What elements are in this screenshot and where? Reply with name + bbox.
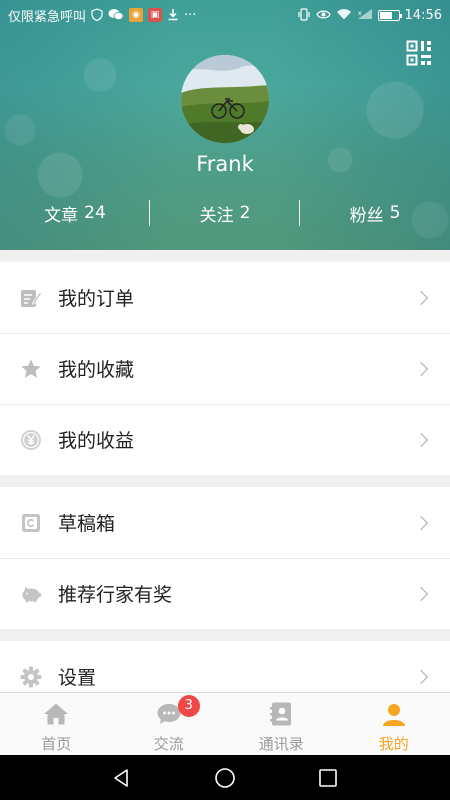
- tab-label: 交流: [153, 735, 184, 753]
- draft-icon: [20, 512, 42, 534]
- contacts-icon: [268, 701, 294, 727]
- edit-icon: [20, 287, 42, 309]
- menu-item-label: 草稿箱: [58, 513, 116, 535]
- weibo-icon: ◉: [129, 8, 144, 22]
- stat-value: 24: [84, 203, 106, 223]
- stat-articles[interactable]: 文章 24: [0, 198, 150, 228]
- menu-item-my-earnings[interactable]: 我的收益: [0, 404, 450, 475]
- back-icon[interactable]: [107, 763, 137, 793]
- tab-chat[interactable]: 3 交流: [113, 693, 226, 755]
- menu-item-label: 推荐行家有奖: [58, 584, 173, 606]
- carrier-text: 仅限紧急呼叫: [8, 9, 87, 25]
- tab-home[interactable]: 首页: [0, 693, 113, 755]
- profile-header: 仅限紧急呼叫 ◉ ▣ ··· x 14:56 Frank 文章 24 关注 2 …: [0, 0, 450, 250]
- menu-item-drafts[interactable]: 草稿箱: [0, 487, 450, 558]
- tab-label: 首页: [41, 735, 72, 753]
- tab-label: 我的: [378, 735, 409, 753]
- shield-icon: [91, 7, 103, 23]
- menu-divider: [0, 475, 450, 487]
- menu-item-label: 设置: [58, 667, 97, 689]
- vibrate-icon: [297, 7, 311, 23]
- gear-icon: [20, 666, 42, 688]
- signal-icon: x: [357, 8, 373, 22]
- tab-contacts[interactable]: 通讯录: [225, 693, 338, 755]
- home-icon: [43, 701, 69, 727]
- download-icon: [167, 8, 179, 23]
- unread-badge: 3: [177, 695, 200, 717]
- status-bar: 仅限紧急呼叫 ◉ ▣ ··· x 14:56: [0, 0, 450, 30]
- menu-item-label: 我的订单: [58, 288, 135, 310]
- chevron-right-icon: [413, 515, 429, 530]
- menu-group-drafts: 草稿箱 推荐行家有奖: [0, 487, 450, 629]
- chevron-right-icon: [413, 290, 429, 305]
- stat-label: 关注: [199, 205, 234, 226]
- stat-followers[interactable]: 粉丝 5: [300, 198, 450, 228]
- stat-label: 粉丝: [349, 205, 384, 226]
- clock: 14:56: [404, 7, 442, 23]
- tab-label: 通讯录: [258, 735, 304, 753]
- chevron-right-icon: [413, 361, 429, 376]
- menu-item-label: 我的收益: [58, 430, 135, 452]
- eye-icon: [315, 9, 331, 22]
- bottom-tab-bar: 首页 3 交流 通讯录 我的: [0, 692, 450, 755]
- system-navigation-bar: [0, 755, 450, 800]
- settings-menu: 我的订单 我的收藏 我的收益 草稿箱 推荐行家有奖 设置: [0, 262, 450, 712]
- app-notification-icon: ▣: [148, 8, 163, 22]
- avatar[interactable]: [181, 55, 269, 143]
- status-bar-right: x 14:56: [297, 8, 442, 23]
- menu-group-orders: 我的订单 我的收藏 我的收益: [0, 262, 450, 475]
- tab-profile[interactable]: 我的: [338, 693, 450, 755]
- stat-following[interactable]: 关注 2: [150, 198, 300, 228]
- svg-text:x: x: [358, 10, 362, 17]
- wifi-icon: [336, 8, 352, 22]
- menu-item-refer-expert[interactable]: 推荐行家有奖: [0, 558, 450, 629]
- piggy-bank-icon: [20, 583, 42, 605]
- recents-square-icon[interactable]: [313, 763, 343, 793]
- overflow-dots: ···: [184, 7, 197, 23]
- status-bar-left: 仅限紧急呼叫 ◉ ▣ ···: [8, 6, 196, 25]
- menu-item-my-orders[interactable]: 我的订单: [0, 262, 450, 333]
- battery-icon: [377, 9, 402, 21]
- wechat-icon: [108, 8, 124, 23]
- yen-coin-icon: [20, 429, 42, 451]
- username: Frank: [196, 152, 254, 176]
- user-icon: [381, 701, 407, 727]
- chevron-right-icon: [413, 586, 429, 601]
- qr-code-icon[interactable]: [406, 40, 432, 66]
- menu-divider: [0, 629, 450, 641]
- chevron-right-icon: [413, 669, 429, 684]
- stat-label: 文章: [44, 205, 79, 226]
- chevron-right-icon: [413, 432, 429, 447]
- profile-stats: 文章 24 关注 2 粉丝 5: [0, 198, 450, 228]
- stat-value: 5: [389, 203, 401, 223]
- menu-item-my-favorites[interactable]: 我的收藏: [0, 333, 450, 404]
- star-icon: [20, 358, 42, 380]
- stat-value: 2: [239, 203, 251, 223]
- home-circle-icon[interactable]: [210, 763, 240, 793]
- menu-item-label: 我的收藏: [58, 359, 135, 381]
